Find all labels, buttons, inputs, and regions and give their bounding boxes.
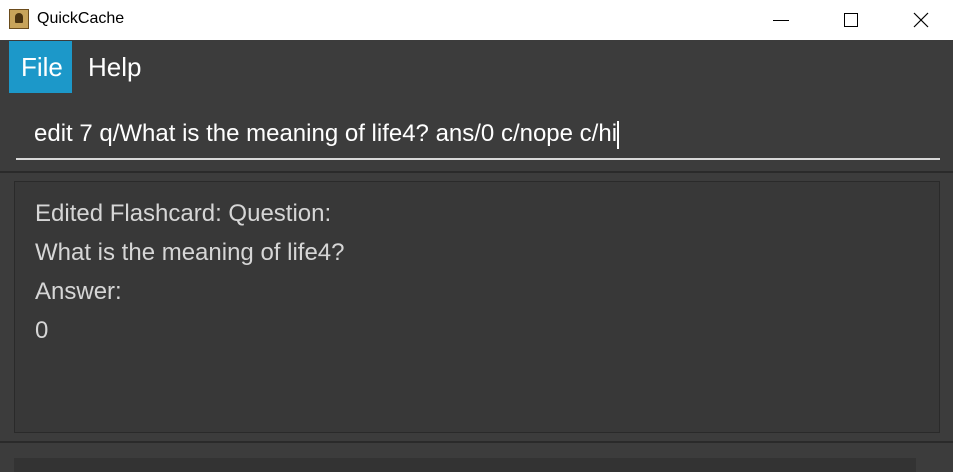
maximize-button[interactable] xyxy=(828,0,874,40)
command-text: edit 7 q/What is the meaning of life4? a… xyxy=(34,120,618,147)
divider xyxy=(0,441,953,443)
minimize-icon xyxy=(773,19,789,21)
result-line: 0 xyxy=(35,317,49,344)
command-input[interactable]: edit 7 q/What is the meaning of life4? a… xyxy=(16,104,940,160)
flashcard-list-panel[interactable] xyxy=(14,458,916,472)
window-title: QuickCache xyxy=(37,10,125,27)
text-caret xyxy=(617,120,620,149)
close-icon xyxy=(913,12,929,28)
menu-bar: File Help xyxy=(0,41,953,93)
result-line: What is the meaning of life4? xyxy=(35,239,345,266)
result-line: Answer: xyxy=(35,278,122,305)
title-bar: QuickCache xyxy=(0,0,953,40)
maximize-icon xyxy=(844,13,858,27)
menu-file[interactable]: File xyxy=(9,41,72,93)
quickcache-icon xyxy=(9,9,29,29)
menu-help[interactable]: Help xyxy=(76,41,153,93)
result-display[interactable]: Edited Flashcard: Question: What is the … xyxy=(14,181,940,433)
result-line: Edited Flashcard: Question: xyxy=(35,200,332,227)
minimize-button[interactable] xyxy=(758,0,804,40)
close-button[interactable] xyxy=(898,0,944,40)
divider xyxy=(0,171,953,173)
